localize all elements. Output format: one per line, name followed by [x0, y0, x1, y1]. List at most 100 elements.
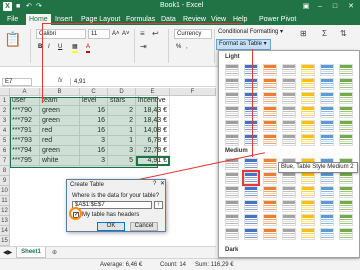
scroll-sheets-icon[interactable]: ◀▶	[3, 249, 12, 257]
column-header[interactable]: F	[170, 88, 216, 96]
table-style-swatch[interactable]	[301, 228, 315, 240]
table-style-swatch[interactable]	[225, 172, 239, 184]
close-button[interactable]: ✕	[345, 1, 357, 12]
header-cell[interactable]: team	[40, 96, 80, 106]
table-style-swatch[interactable]	[282, 172, 296, 184]
table-style-swatch[interactable]	[244, 186, 258, 198]
table-cell[interactable]: red	[40, 136, 80, 146]
table-style-swatch[interactable]	[301, 134, 315, 146]
table-cell[interactable]: 1	[108, 126, 136, 136]
italic-button[interactable]: I	[48, 43, 50, 51]
tab-file[interactable]: File	[4, 14, 21, 25]
table-style-swatch[interactable]	[339, 92, 353, 104]
table-style-swatch[interactable]	[339, 106, 353, 118]
row-header[interactable]: 6	[0, 146, 10, 156]
table-cell[interactable]: green	[40, 106, 80, 116]
table-cell[interactable]: 16	[80, 106, 108, 116]
format-as-table-button[interactable]: Format as Table ▾	[216, 39, 271, 50]
row-header[interactable]: 7	[0, 156, 10, 166]
save-icon[interactable]: ■	[16, 2, 20, 11]
table-style-swatch[interactable]	[282, 214, 296, 226]
table-cell[interactable]: 2	[108, 106, 136, 116]
font-size-select[interactable]: 11	[88, 29, 110, 39]
table-cell[interactable]: 22,78 €	[136, 146, 170, 156]
table-style-swatch[interactable]	[301, 200, 315, 212]
table-style-swatch[interactable]	[320, 228, 334, 240]
table-style-swatch[interactable]	[244, 158, 258, 170]
column-header[interactable]: E	[136, 88, 170, 96]
redo-icon[interactable]: ↷	[36, 2, 42, 11]
table-cell[interactable]: 14,08 €	[136, 126, 170, 136]
headers-checkbox-label[interactable]: My table has headers	[82, 211, 139, 219]
table-cell[interactable]: 1	[108, 136, 136, 146]
table-style-swatch[interactable]	[225, 106, 239, 118]
table-style-swatch[interactable]	[320, 78, 334, 90]
table-cell[interactable]: 3	[80, 136, 108, 146]
table-cell[interactable]: 2	[108, 116, 136, 126]
table-style-swatch[interactable]	[301, 64, 315, 76]
indent-icon[interactable]: ⇥	[140, 42, 147, 52]
table-cell[interactable]: white	[40, 156, 80, 166]
table-cell[interactable]: 18,43 €	[136, 106, 170, 116]
table-cell[interactable]: red	[40, 126, 80, 136]
table-style-swatch[interactable]	[301, 120, 315, 132]
help-icon[interactable]: ?	[153, 180, 156, 188]
table-style-swatch[interactable]	[263, 172, 277, 184]
table-style-swatch[interactable]	[282, 92, 296, 104]
table-style-swatch[interactable]	[225, 214, 239, 226]
table-style-swatch[interactable]	[282, 78, 296, 90]
ok-button[interactable]: OK	[97, 222, 125, 231]
table-cell[interactable]: 6,78 €	[136, 136, 170, 146]
cancel-button[interactable]: Cancel	[130, 222, 158, 231]
table-style-swatch[interactable]	[244, 64, 258, 76]
name-box[interactable]: E7	[2, 78, 32, 86]
maximize-button[interactable]: □	[329, 1, 341, 12]
sum-icon[interactable]: Σ	[322, 29, 327, 39]
table-cell[interactable]: 3	[80, 156, 108, 166]
fx-icon[interactable]: fx	[58, 78, 63, 84]
table-style-swatch[interactable]	[301, 172, 315, 184]
table-style-swatch[interactable]	[225, 78, 239, 90]
undo-icon[interactable]: ↶	[26, 2, 32, 11]
table-style-swatch[interactable]	[225, 64, 239, 76]
table-style-swatch[interactable]	[225, 120, 239, 132]
table-cell[interactable]: green	[40, 146, 80, 156]
table-style-swatch[interactable]	[301, 186, 315, 198]
table-style-swatch[interactable]	[244, 120, 258, 132]
active-cell[interactable]: 4,91 €	[136, 156, 170, 166]
row-header[interactable]: 14	[0, 226, 10, 236]
table-style-swatch[interactable]	[282, 106, 296, 118]
table-style-swatch[interactable]	[225, 228, 239, 240]
table-style-swatch[interactable]	[320, 200, 334, 212]
font-name-select[interactable]: Calibri	[36, 29, 86, 39]
table-style-swatch[interactable]	[225, 134, 239, 146]
header-cell[interactable]: stars	[108, 96, 136, 106]
row-header[interactable]: 8	[0, 166, 10, 176]
sheet-tab-sheet1[interactable]: Sheet1	[16, 247, 46, 258]
header-cell[interactable]: incentive	[136, 96, 170, 106]
font-color-icon[interactable]: A	[86, 43, 91, 53]
table-style-swatch[interactable]	[282, 228, 296, 240]
table-style-swatch[interactable]	[244, 214, 258, 226]
table-style-swatch[interactable]	[263, 64, 277, 76]
range-picker-icon[interactable]: ↑	[154, 201, 163, 209]
table-style-swatch[interactable]	[339, 64, 353, 76]
fill-color-icon[interactable]: ▦	[72, 43, 78, 53]
paste-icon[interactable]: 📋	[4, 31, 21, 47]
table-style-swatch[interactable]	[282, 186, 296, 198]
row-header[interactable]: 1	[0, 96, 10, 106]
table-style-swatch[interactable]	[339, 228, 353, 240]
table-style-swatch[interactable]	[225, 186, 239, 198]
number-format-select[interactable]: Currency	[174, 29, 212, 39]
table-style-blue-medium-2[interactable]	[242, 170, 260, 186]
table-cell[interactable]: green	[40, 116, 80, 126]
add-sheet-button[interactable]: ⊕	[52, 249, 57, 257]
table-style-swatch[interactable]	[244, 228, 258, 240]
table-cell[interactable]: ***795	[10, 156, 40, 166]
row-header[interactable]: 13	[0, 216, 10, 226]
table-cell[interactable]: 5	[108, 156, 136, 166]
table-style-swatch[interactable]	[339, 214, 353, 226]
table-style-swatch[interactable]	[339, 200, 353, 212]
table-style-swatch[interactable]	[320, 172, 334, 184]
table-style-swatch[interactable]	[320, 214, 334, 226]
